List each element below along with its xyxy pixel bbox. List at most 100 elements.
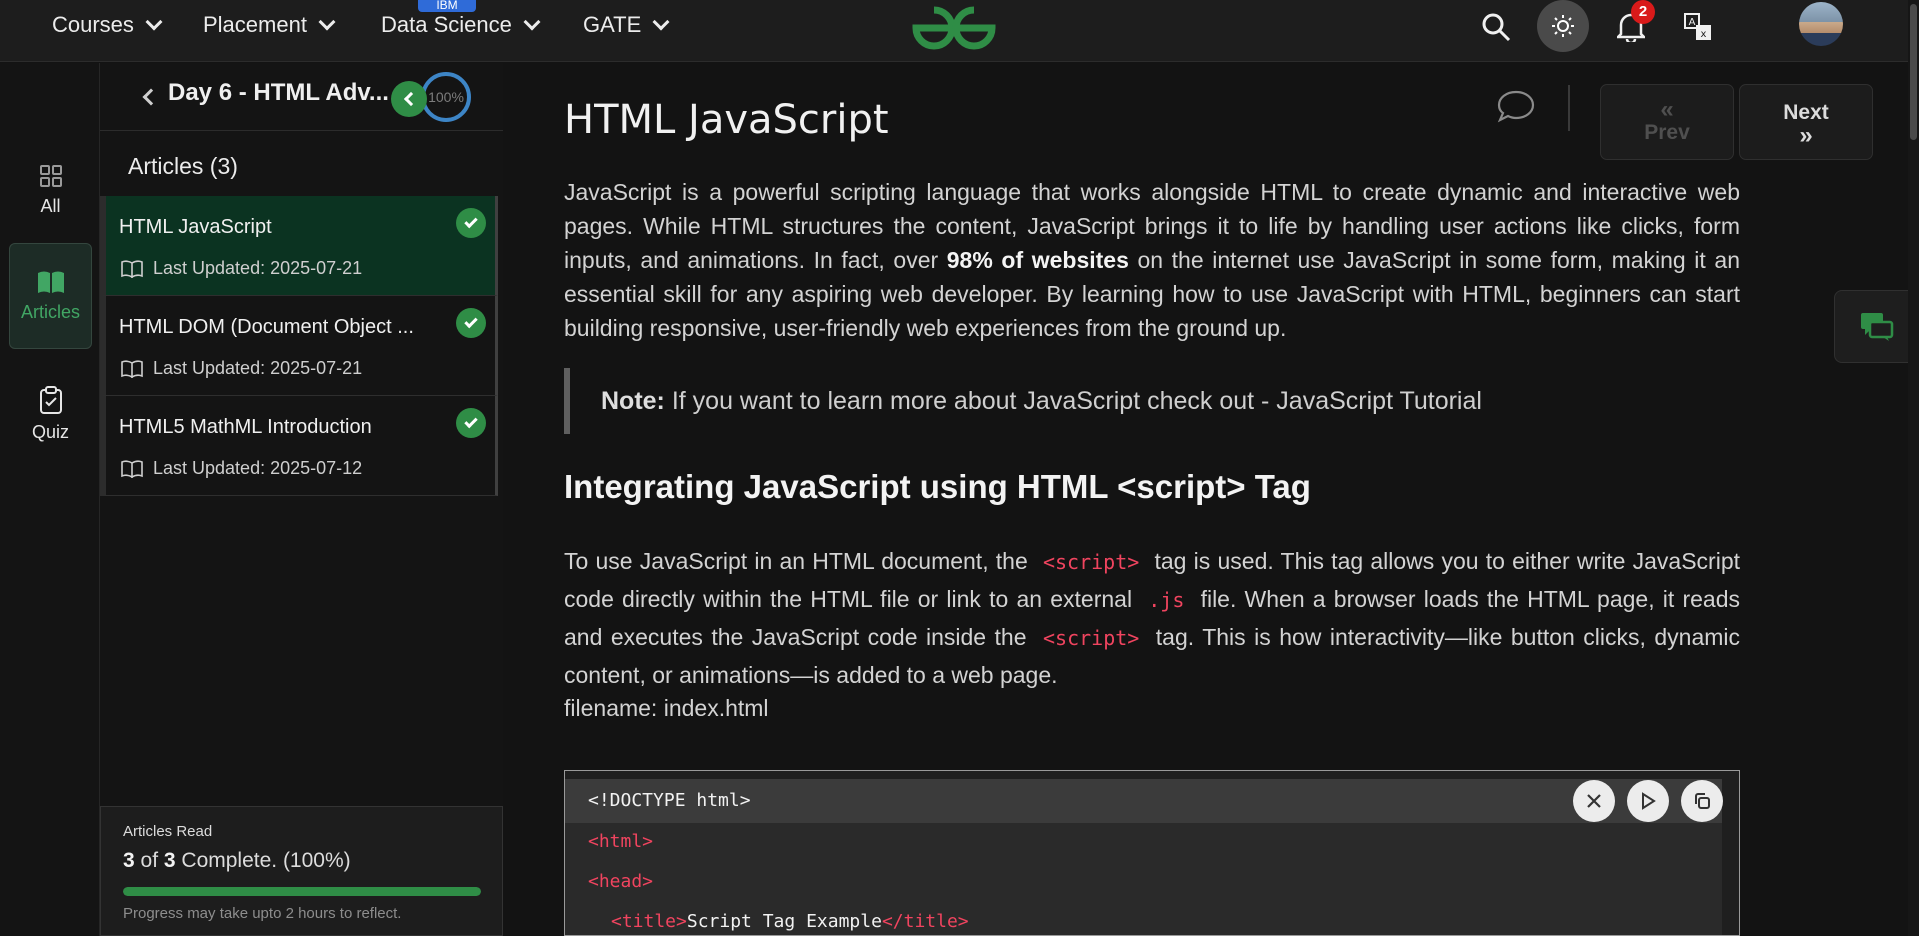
- prev-label: Prev: [1644, 121, 1690, 144]
- nav-data-science-label: Data Science: [381, 12, 512, 37]
- article-date: Last Updated: 2025-07-21: [153, 358, 363, 378]
- top-navbar: Courses Placement IBM Data Science GATE …: [0, 0, 1919, 62]
- article-title: HTML JavaScript: [119, 216, 272, 238]
- chevron-down-icon: [523, 13, 541, 31]
- note-label: Note:: [601, 387, 665, 415]
- section-heading: Integrating JavaScript using HTML <scrip…: [564, 468, 1311, 505]
- article-title: HTML DOM (Document Object ...: [119, 316, 414, 338]
- intro-paragraph: JavaScript is a powerful scripting langu…: [564, 175, 1740, 345]
- chat-button[interactable]: [1834, 290, 1919, 363]
- nav-data-science[interactable]: Data Science: [381, 8, 541, 42]
- progress-bar-fill: [123, 887, 481, 896]
- inline-code: .js: [1148, 588, 1185, 612]
- panel-header: Day 6 - HTML Adv... 100%: [100, 63, 503, 131]
- article-list: HTML JavaScript Last Updated: 2025-07-21…: [100, 196, 503, 496]
- prev-button[interactable]: « Prev: [1600, 84, 1734, 160]
- check-circle-icon: [456, 208, 486, 238]
- list-item[interactable]: HTML DOM (Document Object ... Last Updat…: [100, 296, 498, 396]
- read-suffix: Complete. (100%): [175, 849, 351, 872]
- chevron-left-icon[interactable]: [142, 88, 160, 106]
- copy-code-button[interactable]: [1681, 780, 1723, 822]
- chevron-left-icon: [403, 91, 419, 107]
- svg-text:x: x: [1701, 29, 1707, 40]
- run-code-button[interactable]: [1627, 780, 1669, 822]
- articles-read-status: 3 of 3 Complete. (100%): [123, 849, 351, 873]
- rail-item-articles[interactable]: Articles: [9, 243, 92, 349]
- article-meta: Last Updated: 2025-07-21: [121, 358, 362, 379]
- collapse-panel-button[interactable]: [391, 81, 427, 117]
- copy-icon: [1695, 793, 1710, 809]
- rail-item-quiz[interactable]: Quiz: [9, 361, 92, 467]
- code-tag: </title>: [881, 911, 969, 932]
- search-icon[interactable]: [1479, 10, 1513, 44]
- code-editor[interactable]: <!DOCTYPE html> <html> <head> <title>Scr…: [565, 779, 1722, 935]
- nav-placement-label: Placement: [203, 12, 307, 37]
- check-circle-icon: [456, 408, 486, 438]
- clipboard-icon: [39, 385, 62, 414]
- code-line: <html>: [588, 831, 654, 852]
- code-block: <!DOCTYPE html> <html> <head> <title>Scr…: [564, 770, 1740, 936]
- nav-gate[interactable]: GATE: [583, 8, 670, 42]
- sun-icon: [1552, 15, 1574, 37]
- articles-read-card: Articles Read 3 of 3 Complete. (100%) Pr…: [100, 806, 503, 936]
- intro-bold: 98% of websites: [946, 247, 1129, 273]
- nav-placement[interactable]: Placement: [203, 8, 336, 42]
- grid-icon: [39, 164, 62, 187]
- note-block: Note: If you want to learn more about Ja…: [564, 368, 1740, 434]
- article-content: HTML JavaScript « Prev Next » JavaScript…: [503, 63, 1919, 936]
- chevron-down-icon: [145, 13, 163, 31]
- read-of: of: [134, 849, 164, 872]
- article-meta: Last Updated: 2025-07-12: [121, 458, 362, 479]
- nav-courses[interactable]: Courses: [52, 8, 163, 42]
- articles-read-label: Articles Read: [123, 823, 213, 840]
- rail-item-quiz-label: Quiz: [31, 421, 69, 442]
- scrollbar-thumb[interactable]: [1910, 4, 1917, 140]
- play-icon: [1642, 792, 1656, 810]
- book-open-icon: [121, 359, 143, 378]
- articles-heading: Articles (3): [128, 153, 238, 179]
- progress-bar: [123, 887, 481, 896]
- code-tag: <title>: [611, 911, 687, 932]
- rail-item-all-label: All: [40, 195, 61, 216]
- comment-icon[interactable]: [1496, 89, 1536, 125]
- p2-text-a: To use JavaScript in an HTML document, t…: [564, 548, 1028, 574]
- note-text[interactable]: If you want to learn more about JavaScri…: [665, 387, 1482, 415]
- chevron-down-icon: [652, 13, 670, 31]
- list-item[interactable]: HTML JavaScript Last Updated: 2025-07-21: [100, 196, 498, 296]
- inline-code: <script>: [1042, 550, 1140, 574]
- book-open-icon: [121, 259, 143, 278]
- gfg-logo[interactable]: [908, 2, 1000, 52]
- user-avatar[interactable]: [1799, 2, 1843, 46]
- chat-bubbles-icon: [1860, 312, 1893, 341]
- code-line: <head>: [588, 871, 654, 892]
- list-item[interactable]: HTML5 MathML Introduction Last Updated: …: [100, 396, 498, 496]
- page-scrollbar[interactable]: [1908, 0, 1919, 936]
- code-line: <!DOCTYPE html>: [588, 790, 751, 811]
- article-title: HTML5 MathML Introduction: [119, 416, 372, 438]
- check-circle-icon: [456, 308, 486, 338]
- book-open-icon: [121, 459, 143, 478]
- svg-text:A: A: [1689, 17, 1696, 28]
- article-date: Last Updated: 2025-07-21: [153, 258, 363, 278]
- double-chevron-right-icon: »: [1799, 122, 1813, 149]
- translate-icon[interactable]: Ax: [1683, 12, 1713, 42]
- chevron-down-icon: [318, 13, 336, 31]
- rail-item-all[interactable]: All: [9, 137, 92, 243]
- code-text: Script Tag Example: [686, 911, 882, 932]
- close-icon: [1587, 794, 1601, 808]
- left-rail: All Articles Quiz: [0, 63, 100, 936]
- code-filename: filename: index.html: [564, 695, 769, 721]
- notification-count-badge: 2: [1631, 0, 1655, 24]
- article-meta: Last Updated: 2025-07-21: [121, 258, 362, 279]
- day-title: Day 6 - HTML Adv...: [168, 79, 389, 106]
- read-done-count: 3: [123, 849, 135, 872]
- close-code-button[interactable]: [1573, 780, 1615, 822]
- next-button[interactable]: Next »: [1739, 84, 1873, 160]
- nav-gate-label: GATE: [583, 12, 642, 37]
- script-tag-paragraph: To use JavaScript in an HTML document, t…: [564, 543, 1740, 694]
- theme-toggle-button[interactable]: [1537, 0, 1589, 52]
- read-total-count: 3: [163, 849, 176, 872]
- rail-item-articles-label: Articles: [20, 301, 80, 322]
- divider: [1568, 85, 1570, 131]
- inline-code: <script>: [1043, 626, 1140, 650]
